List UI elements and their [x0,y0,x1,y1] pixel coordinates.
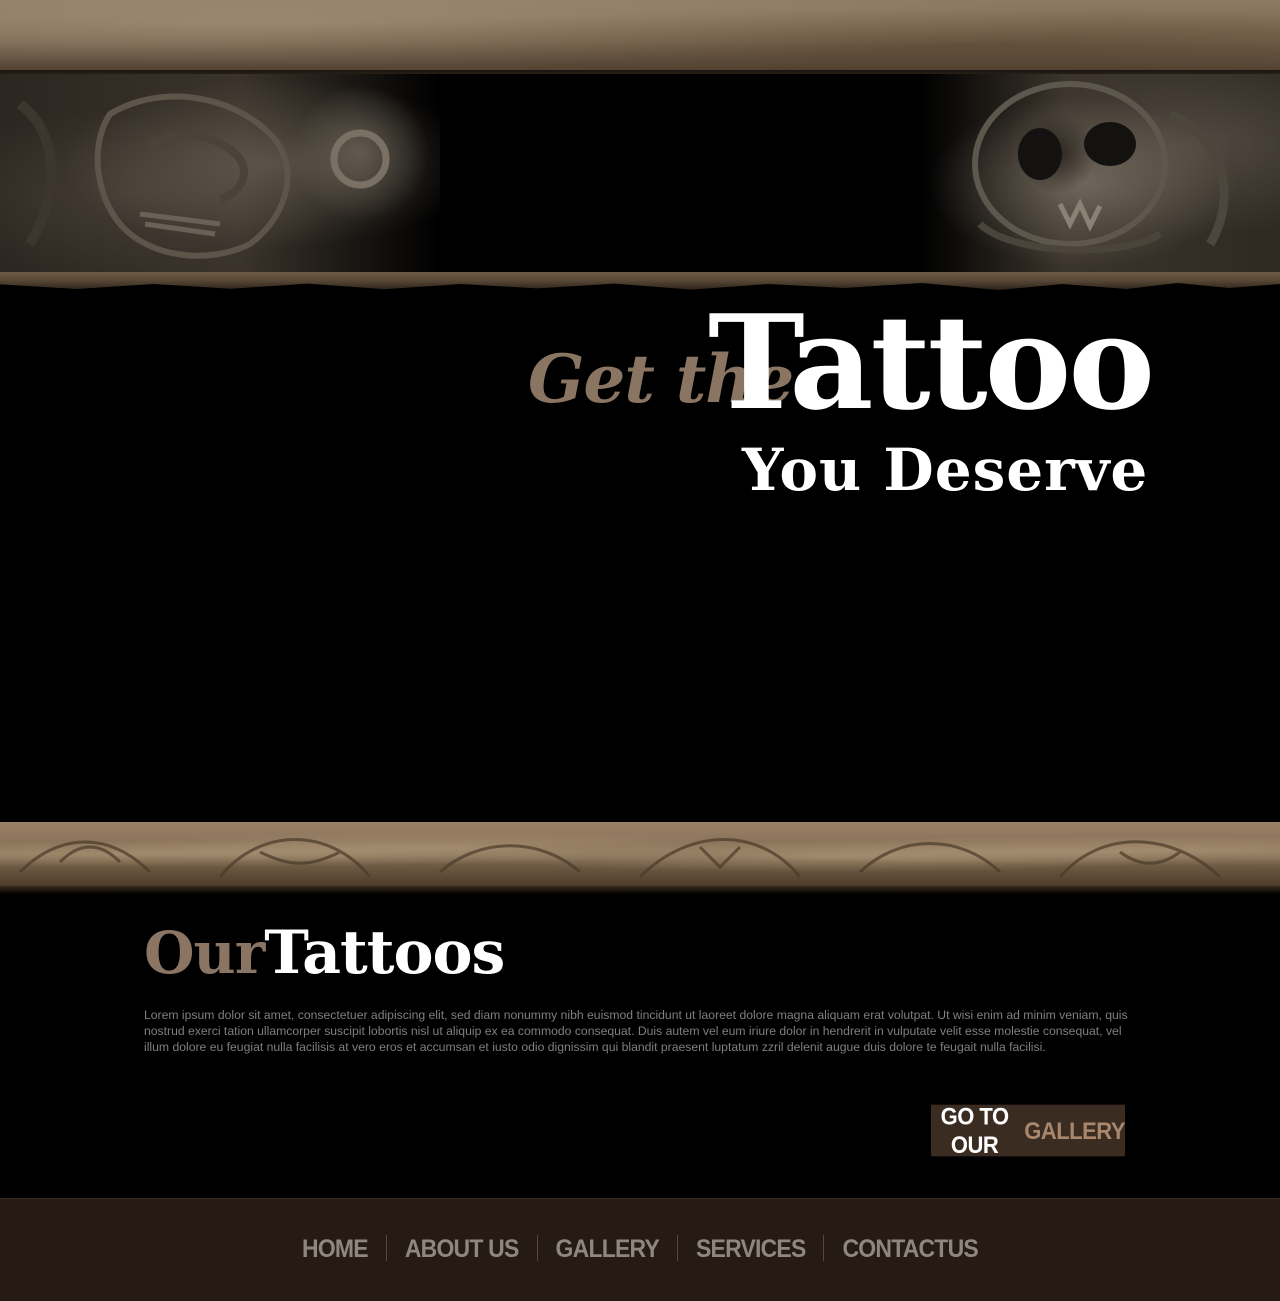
nav-services[interactable]: SERVICES [678,1233,824,1263]
footer-nav: HOME ABOUT US GALLERY SERVICES CONTACTUS [0,1233,1280,1263]
nav-home[interactable]: HOME [284,1233,386,1263]
section-title-main: Tattoos [264,918,505,988]
gallery-button-label: GO TO OUR [940,1101,1010,1158]
top-parchment-texture [0,0,1280,84]
section-title: OurTattoos [144,918,505,988]
section-title-accent: Our [144,919,265,987]
gallery-button-label-accent: GALLERY [1024,1116,1125,1144]
header-art-left [0,74,440,272]
nav-contact-us[interactable]: CONTACTUS [824,1233,995,1263]
ornate-band-edge [0,886,1280,894]
go-to-gallery-button[interactable]: GO TO OUR GALLERY [931,1101,1125,1158]
footer: HOME ABOUT US GALLERY SERVICES CONTACTUS [0,1198,1280,1301]
nav-gallery[interactable]: GALLERY [538,1233,677,1263]
section-body-text: Lorem ipsum dolor sit amet, consectetuer… [144,1008,1128,1054]
ornate-divider-band [0,822,1280,886]
header-art-right [920,74,1280,272]
hero-section: Get the Tattoo You Deserve [0,292,1280,822]
hero-headline: Tattoo [708,286,1155,439]
hero-subheadline: You Deserve [742,436,1149,504]
header-banner [0,74,1280,272]
nav-about-us[interactable]: ABOUT US [387,1233,537,1263]
